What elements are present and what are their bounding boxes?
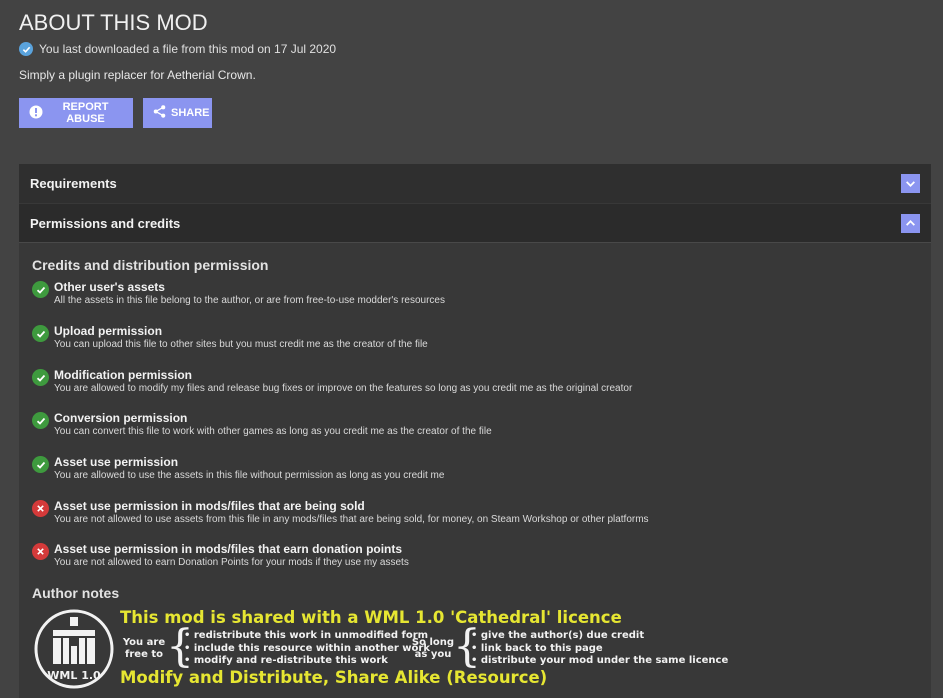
accordion-requirements[interactable]: Requirements xyxy=(19,164,931,203)
permission-desc: You are not allowed to use assets from t… xyxy=(54,514,649,525)
cross-circle-icon xyxy=(32,543,49,560)
accordion-permissions-label: Permissions and credits xyxy=(30,215,181,231)
report-abuse-button[interactable]: REPORT ABUSE xyxy=(19,98,133,128)
check-circle-icon xyxy=(32,325,49,342)
check-circle-icon xyxy=(32,412,49,429)
permission-desc: You are not allowed to earn Donation Poi… xyxy=(54,557,409,568)
wml-licence-banner: WML 1.0 This mod is shared with a WML 1.… xyxy=(33,608,933,698)
so-long-label: So long as you xyxy=(411,637,455,660)
wml-logo-icon: WML 1.0 xyxy=(34,609,114,689)
licence-footer: Modify and Distribute, Share Alike (Reso… xyxy=(120,668,548,687)
permission-item: Other user's assets All the assets in thi… xyxy=(32,280,922,308)
permission-title: Conversion permission xyxy=(54,411,188,425)
check-circle-icon xyxy=(32,369,49,386)
share-button[interactable]: SHARE xyxy=(143,98,212,128)
permission-title: Other user's assets xyxy=(54,280,165,294)
permission-item: Asset use permission in mods/files that … xyxy=(32,542,922,570)
download-notice: You last downloaded a file from this mod… xyxy=(19,42,336,56)
permission-item: Conversion permission You can convert thi… xyxy=(32,411,922,439)
free-to-label: You are free to xyxy=(122,637,166,660)
mod-details-panel: Requirements Permissions and credits Cre… xyxy=(19,164,931,698)
permission-item: Asset use permission in mods/files that … xyxy=(32,499,922,527)
accordion-requirements-label: Requirements xyxy=(30,176,117,191)
so-long-list: give the author(s) due credit link back … xyxy=(471,630,728,668)
mod-description: Simply a plugin replacer for Aetherial C… xyxy=(19,68,256,82)
licence-headline: This mod is shared with a WML 1.0 'Cathe… xyxy=(120,608,622,627)
permission-title: Asset use permission in mods/files that … xyxy=(54,499,365,513)
permission-desc: All the assets in this file belong to th… xyxy=(54,295,445,306)
share-icon xyxy=(153,105,166,121)
permission-desc: You are allowed to use the assets in thi… xyxy=(54,470,445,481)
check-circle-icon xyxy=(19,42,33,56)
check-circle-icon xyxy=(32,281,49,298)
cross-circle-icon xyxy=(32,500,49,517)
check-circle-icon xyxy=(32,456,49,473)
permission-desc: You can upload this file to other sites … xyxy=(54,339,428,350)
permission-desc: You can convert this file to work with o… xyxy=(54,426,492,437)
chevron-down-icon[interactable] xyxy=(901,174,920,193)
credits-heading: Credits and distribution permission xyxy=(32,257,269,273)
accordion-permissions[interactable]: Permissions and credits xyxy=(19,204,931,243)
report-abuse-label: REPORT ABUSE xyxy=(62,101,109,125)
free-to-list: redistribute this work in unmodified for… xyxy=(184,630,430,668)
chevron-up-icon[interactable] xyxy=(901,214,920,233)
wml-logo-label: WML 1.0 xyxy=(47,669,101,682)
permission-item: Asset use permission You are allowed to u… xyxy=(32,455,922,483)
share-label: SHARE xyxy=(171,107,210,119)
warning-icon xyxy=(29,105,43,122)
permission-title: Asset use permission in mods/files that … xyxy=(54,542,403,556)
permission-title: Upload permission xyxy=(54,324,163,338)
permission-item: Upload permission You can upload this fil… xyxy=(32,324,922,352)
permission-desc: You are allowed to modify my files and r… xyxy=(54,383,633,394)
permission-title: Asset use permission xyxy=(54,455,179,469)
download-notice-text: You last downloaded a file from this mod… xyxy=(39,42,337,56)
permission-item: Modification permission You are allowed t… xyxy=(32,368,922,396)
page-title: ABOUT THIS MOD xyxy=(19,10,208,35)
author-notes-heading: Author notes xyxy=(32,585,120,601)
permission-title: Modification permission xyxy=(54,368,193,382)
